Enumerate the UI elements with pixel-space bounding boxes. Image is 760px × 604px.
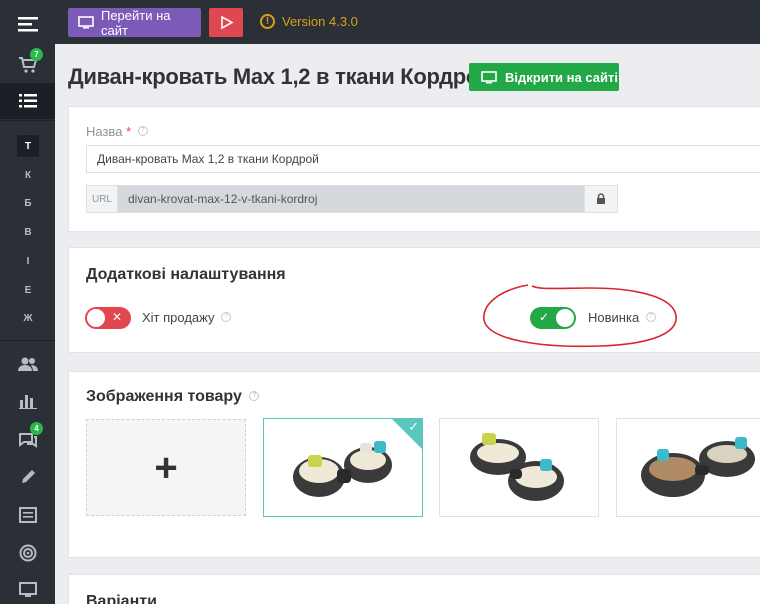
extra-settings-card: Додаткові налаштування ✕ Хіт продажу ? ✓… [68, 247, 760, 353]
pages-button[interactable] [0, 497, 55, 533]
users-icon [17, 357, 38, 371]
go-to-site-button[interactable]: Перейти на сайт [68, 7, 201, 38]
cross-icon: ✕ [112, 310, 123, 324]
extra-settings-title: Додаткові налаштування [86, 266, 286, 283]
toggle-knob [556, 309, 574, 327]
warning-icon: ! [260, 14, 275, 29]
product-image-1[interactable]: ✓ [263, 418, 423, 517]
orders-button[interactable]: 7 [0, 47, 55, 83]
new-product-toggle[interactable]: ✓ [530, 307, 576, 329]
sidebar-divider [0, 340, 55, 341]
catalog-button[interactable] [0, 83, 55, 119]
sidebar-letter-zh[interactable]: Ж [17, 307, 39, 329]
check-icon: ✓ [408, 419, 419, 434]
sidebar: 7 Т К Б В І Е Ж 4 [0, 0, 55, 604]
go-to-site-label: Перейти на сайт [100, 7, 171, 38]
design-button[interactable] [0, 572, 55, 604]
help-icon[interactable]: ? [137, 126, 148, 136]
target-icon [19, 544, 36, 562]
open-on-site-button[interactable]: Відкрити на сайті [469, 63, 619, 91]
video-button[interactable] [209, 8, 243, 37]
open-on-site-label: Відкрити на сайті [505, 69, 618, 85]
url-lock-button[interactable] [584, 186, 617, 212]
name-label-text: Назва [86, 124, 123, 139]
sidebar-letter-v[interactable]: В [17, 221, 39, 243]
required-mark: * [126, 124, 132, 139]
bestseller-label-text: Хіт продажу [142, 310, 215, 325]
name-label: Назва * ? [86, 124, 148, 139]
cart-badge: 7 [30, 48, 43, 61]
comments-button[interactable]: 4 [0, 421, 55, 457]
main-info-card: Назва * ? Диван-кровать Max 1,2 в ткани … [68, 106, 760, 232]
list-icon [18, 94, 37, 108]
help-icon[interactable]: ? [221, 312, 232, 322]
sidebar-divider [0, 120, 55, 121]
check-icon: ✓ [539, 310, 550, 324]
sofa-image [641, 437, 755, 497]
bestseller-toggle[interactable]: ✕ [85, 307, 131, 329]
stats-button[interactable] [0, 383, 55, 419]
blog-button[interactable] [0, 459, 55, 495]
sidebar-letter-b[interactable]: Б [17, 192, 39, 214]
hamburger-icon [17, 17, 38, 32]
variants-card: Варіанти [68, 574, 760, 604]
images-title-text: Зображення товару [86, 388, 242, 405]
sidebar-letter-t[interactable]: Т [17, 135, 39, 157]
url-field: URL divan-krovat-max-12-v-tkani-kordroj [86, 185, 618, 213]
chat-badge: 4 [30, 422, 43, 435]
sidebar-letter-i[interactable]: І [17, 250, 39, 272]
images-title: Зображення товару ? [86, 388, 260, 406]
monitor-icon [78, 16, 94, 29]
version-info[interactable]: ! Version 4.3.0 [260, 14, 358, 29]
plus-icon: + [154, 445, 178, 490]
name-input[interactable]: Диван-кровать Max 1,2 в ткани Кордрой [86, 145, 760, 173]
new-product-label: Новинка ? [588, 310, 656, 325]
add-image-button[interactable]: + [86, 419, 246, 516]
product-image-3[interactable] [616, 418, 760, 517]
version-label: Version 4.3.0 [282, 14, 358, 29]
page-icon [18, 507, 37, 523]
pencil-icon [21, 470, 35, 483]
bestseller-label: Хіт продажу ? [142, 310, 232, 325]
new-product-label-text: Новинка [588, 310, 640, 325]
page-title: Диван-кровать Max 1,2 в ткани Кордрой [68, 64, 493, 89]
help-icon[interactable]: ? [645, 312, 656, 322]
bar-chart-icon [18, 395, 37, 409]
product-images-card: Зображення товару ? + ✓ [68, 371, 760, 558]
sidebar-letter-e[interactable]: Е [17, 279, 39, 301]
toggle-knob [87, 309, 105, 327]
play-icon [220, 15, 234, 30]
product-image-2[interactable] [439, 418, 599, 517]
users-button[interactable] [0, 346, 55, 382]
topbar: Перейти на сайт ! Version 4.3.0 [55, 0, 760, 44]
variants-title: Варіанти [86, 593, 157, 604]
menu-button[interactable] [0, 6, 55, 42]
marketing-button[interactable] [0, 535, 55, 571]
sidebar-letter-k[interactable]: К [17, 164, 39, 186]
url-input[interactable]: divan-krovat-max-12-v-tkani-kordroj [118, 186, 584, 212]
help-icon[interactable]: ? [249, 391, 260, 401]
sofa-image [470, 433, 564, 501]
monitor-icon [481, 70, 497, 83]
url-tag: URL [87, 186, 118, 212]
lock-icon [597, 193, 605, 204]
monitor-icon [18, 582, 37, 597]
